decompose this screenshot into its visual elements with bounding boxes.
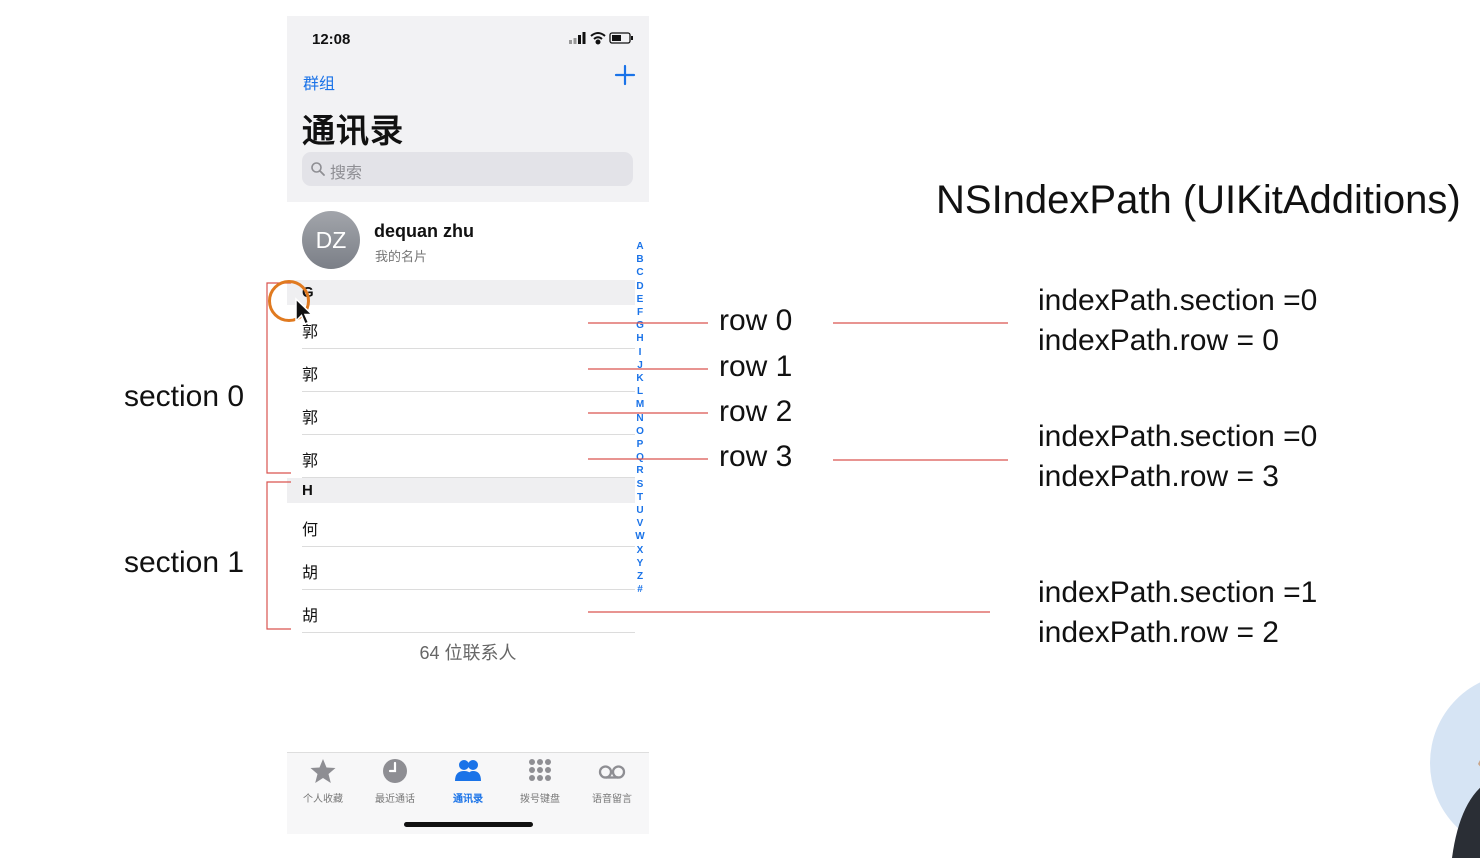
index-letter[interactable]: M <box>633 398 647 411</box>
index-letter[interactable]: F <box>633 306 647 319</box>
tab-label: 语音留言 <box>592 794 632 805</box>
tab-contacts[interactable]: 通讯录 <box>432 757 504 807</box>
indexpath-block-1: indexPath.section =0 indexPath.row = 3 <box>1038 417 1317 497</box>
index-letter[interactable]: E <box>633 293 647 306</box>
row-1-label: row 1 <box>719 350 793 383</box>
contact-count: 64 位联系人 <box>419 643 517 663</box>
table-row[interactable]: 郭 <box>302 349 635 392</box>
tab-recents[interactable]: 最近通话 <box>359 757 431 807</box>
tab-label: 拨号键盘 <box>520 794 560 805</box>
phone-screen: 12:08 群组 通讯录 搜索 DZ dequan zhu 我的名片 G 郭 郭… <box>287 16 649 834</box>
section-header-g: G <box>287 280 635 305</box>
status-time: 12:08 <box>312 31 351 48</box>
slide-heading: NSIndexPath (UIKitAdditions) <box>936 178 1461 222</box>
add-contact-button[interactable] <box>612 62 638 88</box>
index-letter[interactable]: # <box>633 583 647 596</box>
contacts-icon <box>455 760 481 781</box>
tab-label: 个人收藏 <box>303 794 343 805</box>
tab-favorites[interactable]: 个人收藏 <box>287 757 359 807</box>
index-letter[interactable]: G <box>633 319 647 332</box>
contact-name: 郭 <box>302 410 319 427</box>
index-letter[interactable]: N <box>633 412 647 425</box>
indexpath-block-0: indexPath.section =0 indexPath.row = 0 <box>1038 281 1317 361</box>
signal-icon <box>569 32 586 44</box>
table-row[interactable]: 何 <box>302 504 635 547</box>
groups-link[interactable]: 群组 <box>303 70 335 94</box>
tab-bar: 个人收藏 最近通话 通讯录 拨号键盘 语音留言 <box>287 752 649 834</box>
section-index-bar[interactable]: A B C D E F G H I J K L M N O P Q R S T U V W X Y Z # <box>633 240 647 600</box>
search-placeholder: 搜索 <box>330 165 363 182</box>
section-header-h: H <box>287 478 635 503</box>
index-letter[interactable]: A <box>633 240 647 253</box>
card-subtitle: 我的名片 <box>375 249 428 264</box>
battery-icon <box>609 32 633 44</box>
row-2-label: row 2 <box>719 395 793 428</box>
contact-name: 胡 <box>302 608 319 625</box>
contact-name: 何 <box>302 522 319 539</box>
index-letter[interactable]: U <box>633 504 647 517</box>
tab-label: 最近通话 <box>375 794 415 805</box>
tab-label: 通讯录 <box>453 794 483 805</box>
index-letter[interactable]: K <box>633 372 647 385</box>
row-0-label: row 0 <box>719 304 793 337</box>
index-letter[interactable]: Z <box>633 570 647 583</box>
table-row[interactable]: 郭 <box>302 435 635 478</box>
table-row[interactable]: 胡 <box>302 547 635 590</box>
section-1-label: section 1 <box>124 546 245 579</box>
clock-icon <box>383 759 407 783</box>
index-letter[interactable]: O <box>633 425 647 438</box>
index-letter[interactable]: C <box>633 266 647 279</box>
search-icon <box>311 162 325 176</box>
plus-icon <box>614 64 636 86</box>
indexpath-row: indexPath.row = 0 <box>1038 324 1279 357</box>
index-letter[interactable]: R <box>633 464 647 477</box>
section-0-label: section 0 <box>124 380 245 413</box>
index-letter[interactable]: L <box>633 385 647 398</box>
contact-name: 郭 <box>302 367 319 384</box>
status-icons <box>569 32 633 45</box>
indexpath-section: indexPath.section =1 <box>1038 576 1318 609</box>
index-letter[interactable]: J <box>633 359 647 372</box>
home-indicator <box>404 822 533 827</box>
keypad-icon <box>529 759 551 781</box>
table-row[interactable]: 郭 <box>302 392 635 435</box>
table-row[interactable]: 胡 <box>302 590 635 633</box>
indexpath-row: indexPath.row = 2 <box>1038 616 1279 649</box>
voicemail-icon <box>598 765 626 779</box>
indexpath-section: indexPath.section =0 <box>1038 284 1318 317</box>
index-letter[interactable]: T <box>633 491 647 504</box>
index-letter[interactable]: Q <box>633 451 647 464</box>
star-icon <box>310 759 336 783</box>
index-letter[interactable]: X <box>633 544 647 557</box>
card-name: dequan zhu <box>374 221 474 241</box>
index-letter[interactable]: S <box>633 478 647 491</box>
wifi-icon <box>590 32 606 45</box>
section-header-label: H <box>302 482 313 499</box>
indexpath-section: indexPath.section =0 <box>1038 420 1318 453</box>
row-3-label: row 3 <box>719 440 793 473</box>
index-letter[interactable]: H <box>633 332 647 345</box>
tab-keypad[interactable]: 拨号键盘 <box>504 757 576 807</box>
tab-voicemail[interactable]: 语音留言 <box>576 757 648 807</box>
indexpath-row: indexPath.row = 3 <box>1038 460 1279 493</box>
table-row[interactable]: 郭 <box>302 306 635 349</box>
index-letter[interactable]: B <box>633 253 647 266</box>
contact-name: 郭 <box>302 453 319 470</box>
avatar: DZ <box>302 211 360 269</box>
index-letter[interactable]: P <box>633 438 647 451</box>
page-title: 通讯录 <box>302 112 404 149</box>
index-letter[interactable]: Y <box>633 557 647 570</box>
index-letter[interactable]: W <box>633 530 647 543</box>
my-card[interactable]: DZ dequan zhu 我的名片 <box>287 202 649 280</box>
presenter-video <box>1430 682 1480 858</box>
index-letter[interactable]: D <box>633 280 647 293</box>
navigation-header: 12:08 群组 通讯录 搜索 <box>287 16 649 202</box>
index-letter[interactable]: I <box>633 346 647 359</box>
mouse-pointer-icon <box>295 297 314 325</box>
index-letter[interactable]: V <box>633 517 647 530</box>
indexpath-block-2: indexPath.section =1 indexPath.row = 2 <box>1038 573 1317 653</box>
contact-name: 胡 <box>302 565 319 582</box>
search-field[interactable]: 搜索 <box>302 152 633 186</box>
